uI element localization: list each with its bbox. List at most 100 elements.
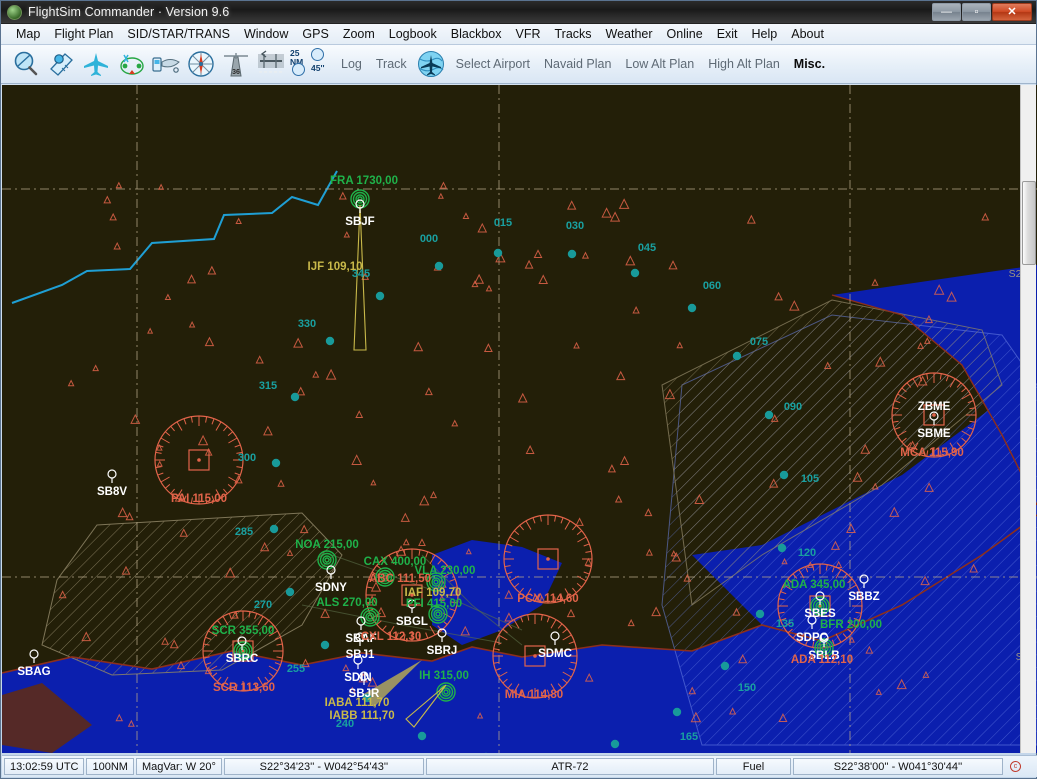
- navaid-label: FRA 1730,00: [330, 175, 398, 187]
- runway-36-icon[interactable]: 36: [219, 48, 252, 81]
- window-controls: — ▫ ✕: [932, 3, 1032, 21]
- menu-item-online[interactable]: Online: [660, 26, 710, 42]
- status-center-coords: S22°38'00'' - W041°30'44'': [793, 758, 1003, 775]
- status-aircraft[interactable]: ATR-72: [425, 758, 714, 775]
- radial-label: 075: [750, 336, 768, 348]
- navaid-plan-button[interactable]: Navaid Plan: [538, 57, 617, 71]
- radial-dot: [271, 458, 281, 468]
- menu-item-zoom[interactable]: Zoom: [336, 26, 382, 42]
- navaid-label: ADA 345,00: [783, 579, 846, 591]
- compass-rose-icon[interactable]: [184, 48, 217, 81]
- airport-code-label: SBAG: [17, 666, 50, 678]
- svg-text:36: 36: [232, 69, 240, 76]
- radial-label: 000: [420, 233, 438, 245]
- range-bearing-indicator[interactable]: 25 NM 45'': [289, 47, 333, 81]
- airport-code-label: SDMC: [538, 648, 572, 660]
- status-magvar: MagVar: W 20°: [135, 758, 222, 775]
- menu-item-vfr[interactable]: VFR: [508, 26, 547, 42]
- radial-dot: [375, 291, 385, 301]
- menu-item-tracks[interactable]: Tracks: [547, 26, 598, 42]
- menu-item-sid-star-trans[interactable]: SID/STAR/TRANS: [120, 26, 237, 42]
- magnifier-map-icon[interactable]: [9, 48, 42, 81]
- toolbar: 36 25 NM 45'' Log Track Select Airport N…: [1, 45, 1036, 84]
- status-cursor-coords: S22°34'23'' - W042°54'43'': [223, 758, 424, 775]
- app-window: FlightSim Commander · Version 9.6 — ▫ ✕ …: [0, 0, 1037, 779]
- bearing-value: 45'': [311, 63, 325, 73]
- radial-dot: [630, 268, 640, 278]
- select-airport-button[interactable]: Select Airport: [450, 57, 536, 71]
- ruler-map-icon[interactable]: [44, 48, 77, 81]
- radial-label: 330: [298, 318, 316, 330]
- track-button[interactable]: Track: [370, 57, 413, 71]
- taxiway-chart-icon[interactable]: [254, 48, 287, 81]
- airport-code-label: SBJ1: [346, 649, 375, 661]
- status-fuel[interactable]: Fuel: [716, 758, 791, 775]
- menu-item-window[interactable]: Window: [237, 26, 295, 42]
- menu-item-weather[interactable]: Weather: [599, 26, 660, 42]
- low-alt-plan-button[interactable]: Low Alt Plan: [619, 57, 700, 71]
- menu-item-blackbox[interactable]: Blackbox: [444, 26, 509, 42]
- minimize-button[interactable]: —: [932, 3, 961, 21]
- radial-dot: [777, 543, 787, 553]
- navaid-label: MCA 115,90: [900, 447, 964, 459]
- radial-label: 165: [680, 731, 698, 743]
- menu-item-logbook[interactable]: Logbook: [382, 26, 444, 42]
- navaid-label: BFR 200,00: [820, 619, 882, 631]
- menu-item-exit[interactable]: Exit: [710, 26, 745, 42]
- radial-dot: [672, 707, 682, 717]
- fuel-pump-icon[interactable]: [149, 48, 182, 81]
- scrollbar-thumb[interactable]: [1022, 181, 1036, 265]
- status-range[interactable]: 100NM: [86, 758, 134, 775]
- orbit-route-icon[interactable]: [114, 48, 147, 81]
- radial-dot: [720, 661, 730, 671]
- radial-dot: [687, 303, 697, 313]
- radial-label: 135: [776, 618, 794, 630]
- navaid-label: SCR 113,60: [213, 682, 275, 694]
- navaid-label: NOA 215,00: [295, 539, 359, 551]
- radial-dot: [269, 524, 279, 534]
- menu-item-flight-plan[interactable]: Flight Plan: [47, 26, 120, 42]
- close-icon: ✕: [1007, 5, 1017, 18]
- globe-aircraft-icon[interactable]: [415, 48, 448, 81]
- radial-dot: [567, 249, 577, 259]
- maximize-button[interactable]: ▫: [962, 3, 991, 21]
- navaid-label: IABB 111,70: [329, 710, 394, 722]
- airport-code-label: SBJF: [345, 216, 374, 228]
- radial-dot: [320, 640, 330, 650]
- navigation-map[interactable]: 0000150300450600750901051201351501651801…: [2, 85, 1037, 753]
- menu-item-about[interactable]: About: [784, 26, 831, 42]
- radial-dot: [290, 392, 300, 402]
- radial-label: 120: [798, 547, 816, 559]
- radial-dot: [779, 470, 789, 480]
- navaid-label: VLA 230,00: [415, 565, 476, 577]
- misc-button[interactable]: Misc.: [788, 57, 831, 71]
- radial-label: 285: [235, 526, 253, 538]
- log-button[interactable]: Log: [335, 57, 368, 71]
- airport-code-label: ZBME: [918, 401, 951, 413]
- radial-label: 270: [254, 599, 272, 611]
- menu-item-map[interactable]: Map: [9, 26, 47, 42]
- radial-dot: [493, 248, 503, 258]
- radial-label: 315: [259, 380, 277, 392]
- radial-dot: [417, 731, 427, 741]
- menu-item-help[interactable]: Help: [745, 26, 785, 42]
- map-scrollbar-vertical[interactable]: [1020, 85, 1036, 753]
- navaid-label: IABA 111,70: [325, 697, 390, 709]
- aircraft-icon[interactable]: [79, 48, 112, 81]
- radial-label: 090: [784, 401, 802, 413]
- globe-icon: [7, 4, 22, 20]
- radial-label: 030: [566, 220, 584, 232]
- menu-item-gps[interactable]: GPS: [295, 26, 335, 42]
- status-copyright: c: [1005, 758, 1035, 775]
- radial-dot: [764, 410, 774, 420]
- radial-label: 060: [703, 280, 721, 292]
- radial-label: 300: [238, 452, 256, 464]
- close-button[interactable]: ✕: [992, 3, 1032, 21]
- radial-label: 045: [638, 242, 656, 254]
- window-title: FlightSim Commander · Version 9.6: [28, 5, 230, 19]
- navaid-label: PFI 415,00: [406, 598, 462, 610]
- airport-code-label: SBRC: [226, 653, 259, 665]
- navaid-label: PAI 115,00: [171, 493, 227, 505]
- high-alt-plan-button[interactable]: High Alt Plan: [702, 57, 786, 71]
- airport-code-label: SBBZ: [848, 591, 879, 603]
